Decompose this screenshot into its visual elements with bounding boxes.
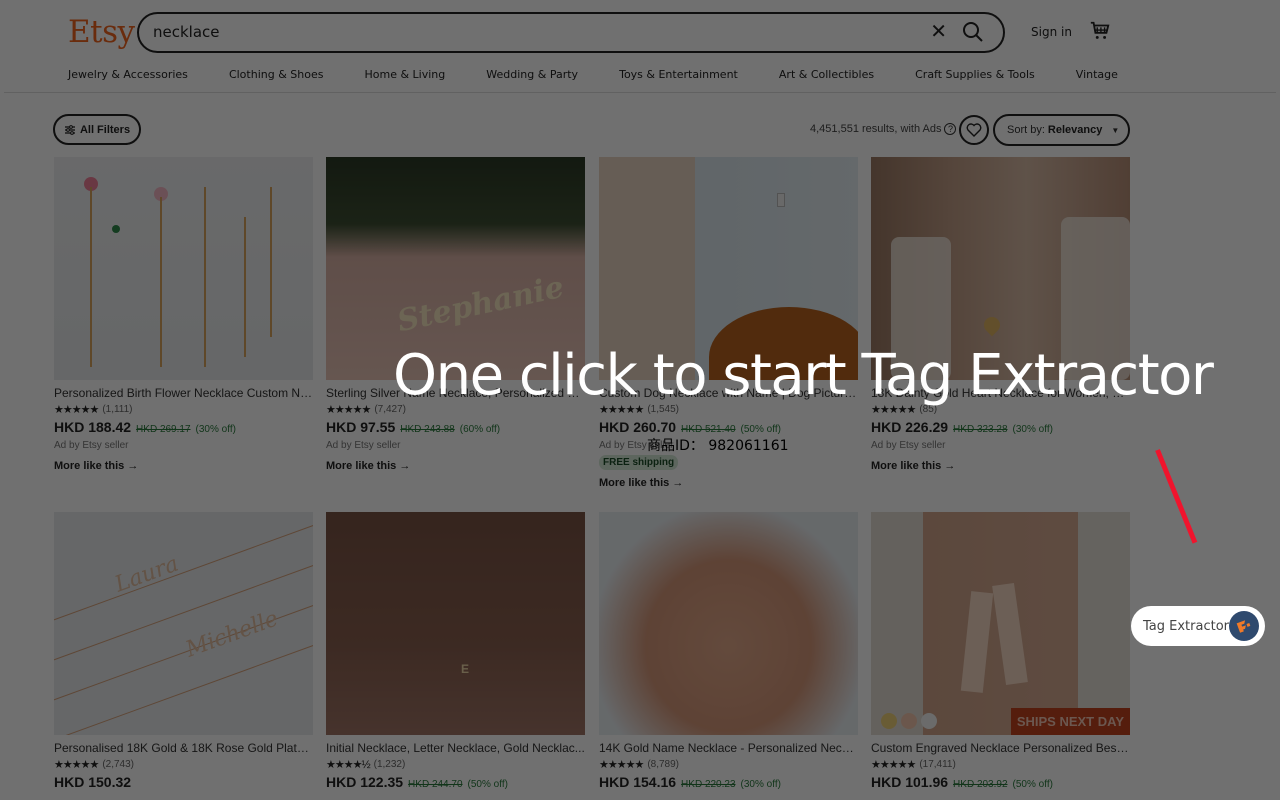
tag-extractor-label: Tag Extractor xyxy=(1143,618,1229,634)
tag-extractor-button[interactable]: Tag Extractor xyxy=(1131,606,1265,646)
promo-headline: One click to start Tag Extractor xyxy=(393,343,1214,408)
product-id-label: 商品ID： 982061161 xyxy=(647,438,789,454)
tag-extractor-logo-icon xyxy=(1229,611,1259,641)
